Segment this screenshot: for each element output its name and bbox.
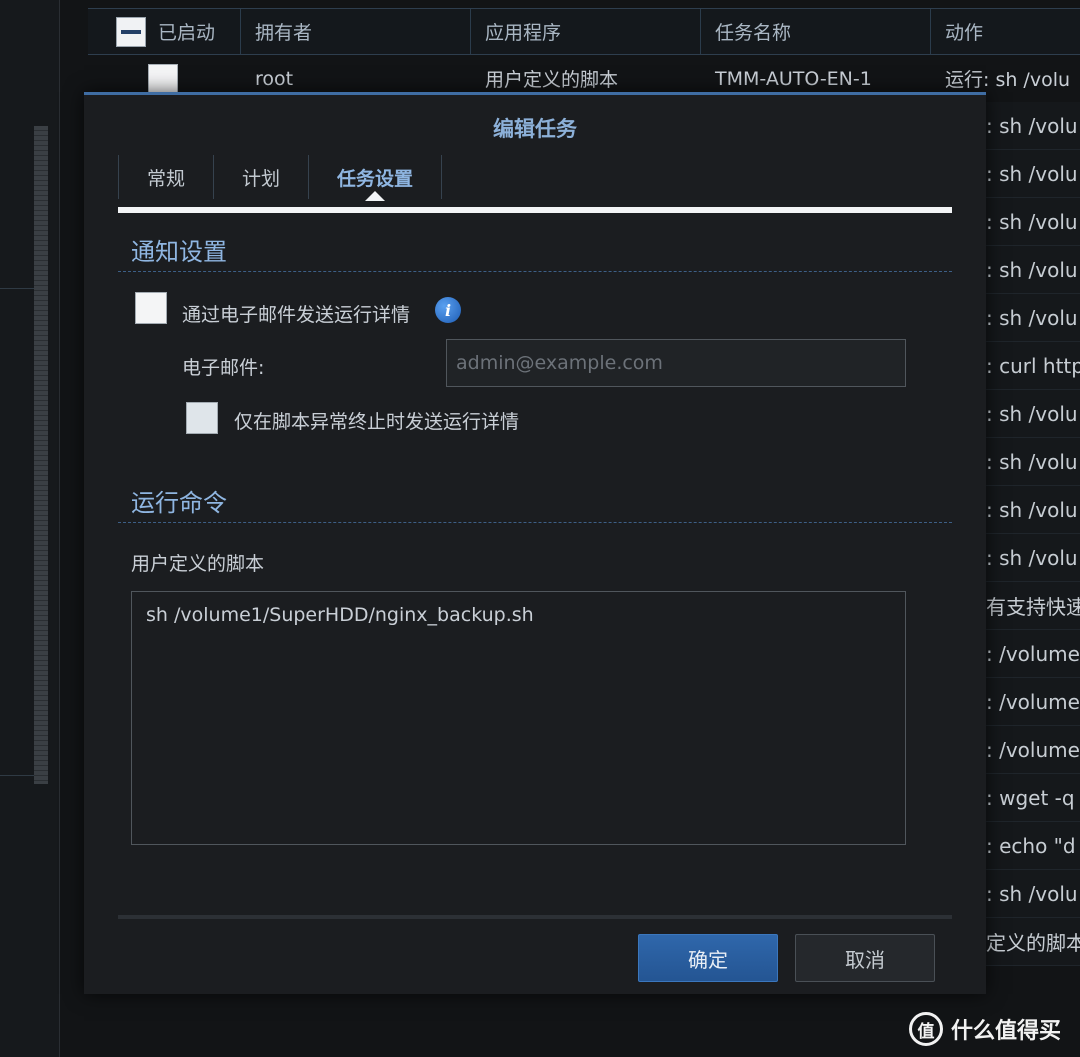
row-task-name: TMM-AUTO-EN-1: [715, 67, 872, 90]
column-label: 拥有者: [255, 22, 313, 44]
script-textarea[interactable]: [131, 591, 906, 845]
action-cell: : sh /volu: [986, 246, 1080, 294]
action-cell: : /volume: [986, 630, 1080, 678]
action-cell: : sh /volu: [986, 438, 1080, 486]
action-cell: : sh /volu: [986, 534, 1080, 582]
watermark-logo-icon: 值: [909, 1012, 943, 1046]
action-cell: : sh /volu: [986, 294, 1080, 342]
column-header-action[interactable]: 动作: [931, 9, 1080, 54]
column-header-enabled[interactable]: 已启动: [88, 9, 241, 54]
row-owner: root: [255, 67, 294, 90]
select-all-checkbox[interactable]: [116, 16, 146, 47]
divider: [0, 775, 34, 776]
action-cell: : /volume: [986, 678, 1080, 726]
row-app: 用户定义的脚本: [485, 69, 619, 91]
left-panel: [0, 0, 60, 1057]
action-cell: : sh /volu: [986, 870, 1080, 918]
action-cell: : sh /volu: [986, 102, 1080, 150]
column-label: 已启动: [158, 22, 216, 44]
divider: [0, 288, 34, 289]
send-email-checkbox[interactable]: [135, 292, 167, 324]
action-cell: : sh /volu: [986, 198, 1080, 246]
info-icon[interactable]: i: [435, 297, 461, 323]
column-label: 应用程序: [485, 22, 562, 44]
abnormal-only-label: 仅在脚本异常终止时发送运行详情: [234, 411, 520, 433]
action-cell: 有支持快速: [986, 582, 1080, 630]
action-cell: : echo "d: [986, 822, 1080, 870]
column-header-owner[interactable]: 拥有者: [241, 9, 471, 54]
ok-button[interactable]: 确定: [638, 934, 778, 982]
task-table: 已启动 拥有者 应用程序 任务名称 动作 root 用户定义的脚本 TMM-AU…: [88, 8, 1080, 103]
section-title-run: 运行命令: [131, 489, 227, 517]
watermark-text: 什么值得买: [951, 1019, 1062, 1044]
watermark: 值 什么值得买: [909, 1012, 1061, 1046]
column-header-app[interactable]: 应用程序: [471, 9, 701, 54]
action-cell: : wget -q: [986, 774, 1080, 822]
action-cell: : sh /volu: [986, 486, 1080, 534]
action-cell: : curl http: [986, 342, 1080, 390]
email-label: 电子邮件:: [182, 357, 265, 379]
edit-task-dialog: 编辑任务 常规 计划 任务设置 通知设置 通过电子邮件发送运行详情 i 电子邮件…: [84, 92, 986, 994]
table-header: 已启动 拥有者 应用程序 任务名称 动作: [88, 8, 1080, 55]
action-cell: 定义的脚本: [986, 918, 1080, 966]
footer-divider: [118, 915, 952, 919]
column-header-task[interactable]: 任务名称: [701, 9, 931, 54]
script-label: 用户定义的脚本: [131, 553, 265, 575]
send-email-label: 通过电子邮件发送运行详情: [182, 304, 411, 326]
tab-general[interactable]: 常规: [118, 155, 213, 199]
dialog-title: 编辑任务: [493, 117, 577, 141]
row-action: 运行: sh /volu: [945, 69, 1071, 91]
abnormal-only-checkbox[interactable]: [186, 402, 218, 434]
tab-schedule[interactable]: 计划: [213, 155, 308, 199]
tab-task-settings[interactable]: 任务设置: [308, 155, 443, 201]
action-cell: : sh /volu: [986, 150, 1080, 198]
left-scrollbar[interactable]: [34, 126, 48, 784]
section-divider: [118, 522, 952, 523]
cancel-button[interactable]: 取消: [795, 934, 935, 982]
action-cell: : /volume: [986, 726, 1080, 774]
tab-underline: [118, 207, 952, 213]
section-title-notify: 通知设置: [131, 238, 227, 266]
tab-bar: 常规 计划 任务设置: [118, 155, 443, 201]
email-input[interactable]: [446, 339, 906, 387]
row-enabled-cell: [88, 63, 241, 94]
column-label: 任务名称: [715, 22, 792, 44]
action-cell: : sh /volu: [986, 390, 1080, 438]
column-label: 动作: [945, 22, 984, 44]
section-divider: [118, 271, 952, 272]
row-enabled-checkbox[interactable]: [148, 63, 178, 94]
action-column: : sh /volu: sh /volu: sh /volu: sh /volu…: [986, 102, 1080, 966]
